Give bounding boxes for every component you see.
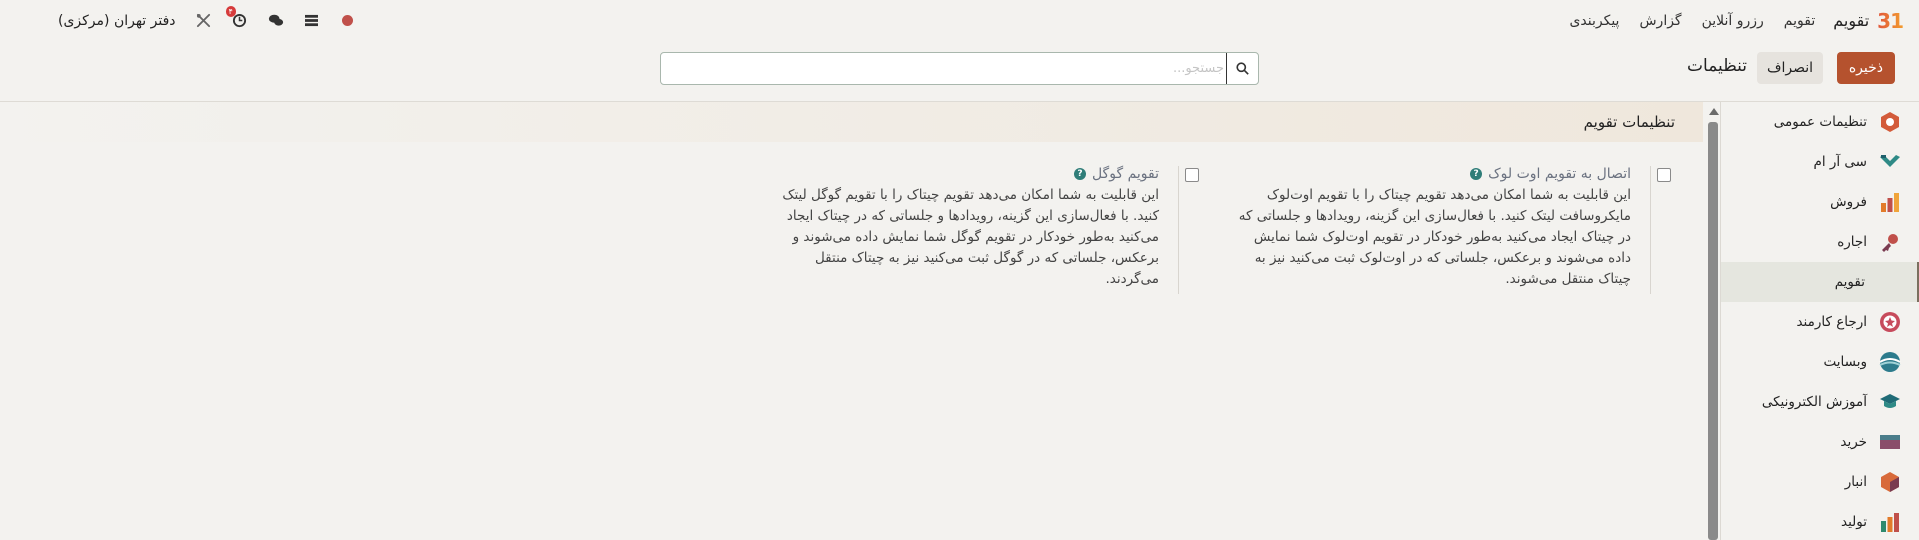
calendar-icon: 31 (1877, 274, 1878, 293)
sidebar-item-label: خرید (1840, 434, 1867, 450)
setting-description: این قابلیت به شما امکان می‌دهد تقویم چیت… (1238, 187, 1631, 287)
save-button[interactable]: ذخیره (1836, 52, 1895, 84)
help-icon[interactable]: ? (1470, 168, 1483, 180)
chat-icon[interactable] (268, 13, 284, 29)
section-title: تنظیمات تقویم (1583, 113, 1675, 131)
setting-divider (1650, 166, 1651, 294)
purchase-icon (1880, 435, 1900, 449)
sidebar-item-label: تقویم (1834, 274, 1865, 290)
sidebar-item-sales[interactable]: فروش (1721, 182, 1919, 222)
sales-icon (1881, 193, 1899, 212)
google-checkbox[interactable] (1185, 168, 1199, 182)
page-title: تنظیمات (1687, 56, 1747, 76)
sidebar-item-label: انبار (1844, 474, 1867, 490)
calendar-app-icon[interactable]: 31 (1877, 9, 1904, 33)
scroll-thumb[interactable] (1708, 122, 1718, 540)
section-header: تنظیمات تقویم (0, 102, 1703, 142)
sidebar-item-employee-referral[interactable]: ارجاع کارمند (1721, 302, 1919, 342)
tools-icon[interactable] (196, 13, 212, 29)
cancel-button[interactable]: انصراف (1756, 52, 1823, 84)
menu-reporting[interactable]: گزارش (1639, 13, 1681, 29)
company-switcher[interactable]: دفتر تهران (مرکزی) (58, 13, 176, 29)
setting-description: این قابلیت به شما امکان می‌دهد تقویم چیت… (782, 187, 1159, 287)
sidebar-item-rental[interactable]: اجاره (1721, 222, 1919, 262)
outlook-checkbox[interactable] (1657, 168, 1671, 182)
sidebar-item-label: وبسایت (1823, 354, 1867, 370)
setting-outlook-calendar: اتصال به تقویم اوت لوک ? این قابلیت به ش… (1201, 166, 1671, 294)
svg-text:31: 31 (1877, 274, 1878, 293)
sidebar-item-label: تنظیمات عمومی (1773, 114, 1867, 130)
list-icon[interactable] (304, 13, 320, 29)
sidebar-item-label: اجاره (1837, 234, 1867, 250)
rental-icon (1882, 234, 1898, 252)
activity-badge: ۴ (225, 5, 236, 17)
setting-divider (1178, 166, 1179, 294)
sidebar-item-label: ارجاع کارمند (1796, 314, 1867, 330)
setting-title: تقویم گوگل ? (729, 166, 1159, 182)
activity-clock-icon[interactable]: ۴ (225, 5, 248, 29)
search-bar[interactable] (660, 52, 1259, 85)
sidebar-item-label: تولید (1840, 514, 1867, 530)
menu-calendar[interactable]: تقویم (1784, 13, 1815, 29)
app-name[interactable]: تقویم (1833, 11, 1869, 30)
sidebar-item-website[interactable]: وبسایت (1721, 342, 1919, 382)
website-icon (1879, 352, 1901, 372)
settings-sidebar: تنظیمات عمومی سی آر ام فروش اجاره 31 تقو… (1720, 102, 1919, 540)
sidebar-item-label: سی آر ام (1813, 154, 1867, 170)
menu-online-booking[interactable]: رزرو آنلاین (1702, 13, 1764, 29)
elearning-icon (1880, 394, 1900, 408)
sidebar-item-label: آموزش الکترونیکی (1761, 394, 1867, 410)
search-icon[interactable] (1226, 53, 1258, 84)
sidebar-item-purchase[interactable]: خرید (1721, 422, 1919, 462)
top-navbar: 31 تقویم تقویم رزرو آنلاین گزارش پیکربند… (0, 0, 1919, 41)
help-icon[interactable]: ? (1073, 168, 1086, 180)
control-panel: ذخیره انصراف تنظیمات (0, 41, 1919, 101)
sidebar-item-crm[interactable]: سی آر ام (1721, 142, 1919, 182)
manufacturing-icon (1881, 513, 1899, 532)
search-input[interactable] (704, 57, 1224, 79)
app-menu: 31 تقویم تقویم رزرو آنلاین گزارش پیکربند… (1549, 9, 1907, 33)
crm-icon (1880, 155, 1900, 167)
sidebar-item-manufacturing[interactable]: تولید (1721, 502, 1919, 540)
sidebar-item-general-settings[interactable]: تنظیمات عمومی (1721, 102, 1919, 142)
scroll-up-arrow-icon[interactable] (1709, 108, 1719, 115)
status-dot-icon[interactable] (340, 13, 356, 29)
setting-google-calendar: تقویم گوگل ? این قابلیت به شما امکان می‌… (729, 166, 1199, 294)
referral-icon (1880, 312, 1900, 332)
setting-title: اتصال به تقویم اوت لوک ? (1201, 166, 1631, 182)
systray: دفتر تهران (مرکزی) ۴ (58, 0, 356, 41)
sidebar-item-inventory[interactable]: انبار (1721, 462, 1919, 502)
sidebar-item-label: فروش (1830, 194, 1867, 210)
inventory-icon (1881, 472, 1899, 492)
sidebar-item-calendar[interactable]: 31 تقویم (1721, 262, 1919, 302)
content-scrollbar[interactable] (1706, 102, 1720, 540)
menu-configuration[interactable]: پیکربندی (1569, 13, 1619, 29)
general-settings-icon (1881, 112, 1899, 132)
sidebar-item-elearning[interactable]: آموزش الکترونیکی (1721, 382, 1919, 422)
